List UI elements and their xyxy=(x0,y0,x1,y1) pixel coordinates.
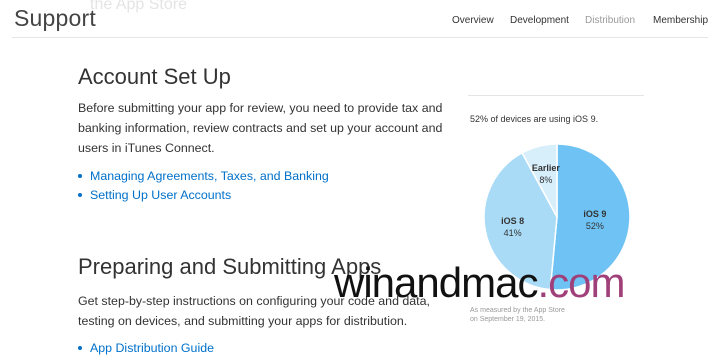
pie-value-ios-9: 52% xyxy=(586,221,604,231)
pie-label-ios-9: iOS 9 xyxy=(583,209,606,219)
pie-value-earlier: 8% xyxy=(539,175,552,185)
measurement-caption: As measured by the App Store on Septembe… xyxy=(470,307,565,323)
pie-label-ios-8: iOS 8 xyxy=(501,216,524,226)
pie-label-earlier: Earlier xyxy=(532,163,561,173)
winandmac-watermark: winandmac.com xyxy=(334,259,625,306)
watermark-domain: .com xyxy=(537,259,625,306)
watermark-name: winandmac xyxy=(334,259,538,306)
pie-value-ios-8: 41% xyxy=(504,228,522,238)
